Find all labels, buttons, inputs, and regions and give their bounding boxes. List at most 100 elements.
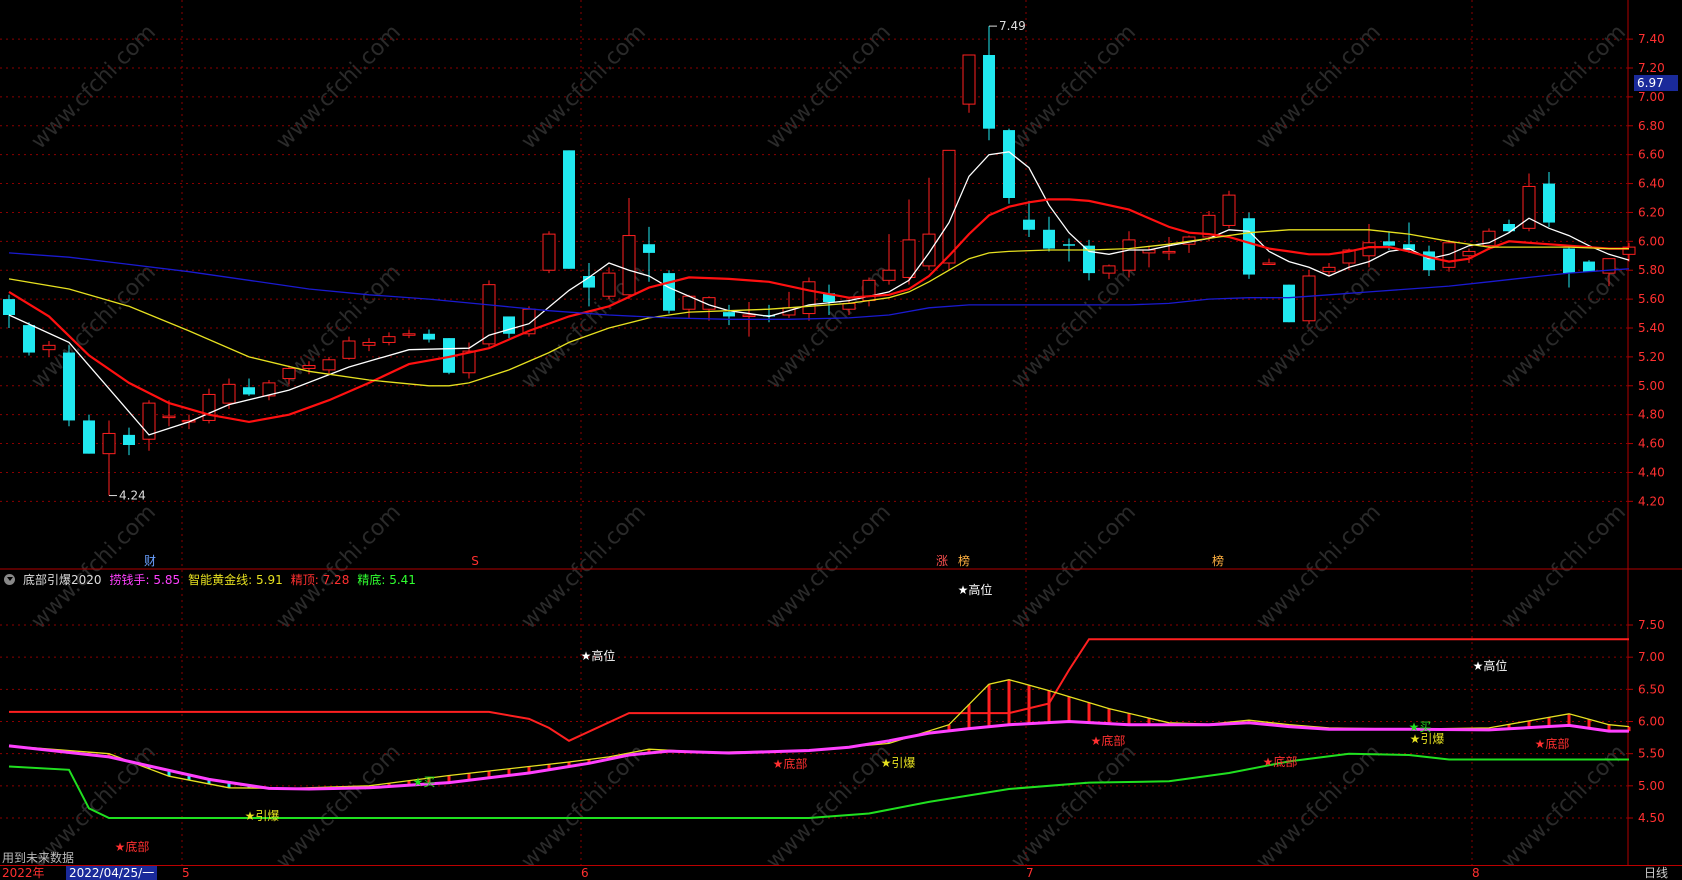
signal-annotation: ★底部	[1091, 733, 1126, 748]
candle-body	[1262, 262, 1276, 265]
y-tick-label: 6.00	[1638, 234, 1665, 248]
watermark-text: www.cfchi.com	[1007, 20, 1141, 154]
last-price-tag: 6.97	[1634, 75, 1678, 91]
candle-body	[1522, 185, 1536, 229]
watermark-text: www.cfchi.com	[762, 20, 896, 154]
candle-body	[1322, 266, 1336, 273]
y-tick-label: 5.60	[1638, 292, 1665, 306]
top-line	[9, 638, 1629, 742]
candle-body	[1383, 241, 1395, 246]
candle-body	[602, 272, 616, 297]
signal-annotation: ★底部	[115, 839, 150, 854]
signal-annotation: ★底部	[773, 756, 808, 771]
candle-body	[362, 341, 376, 346]
period-label[interactable]: 日线	[1644, 866, 1668, 880]
y-tick-label: 5.40	[1638, 321, 1665, 335]
y-tick-label: 7.40	[1638, 32, 1665, 46]
watermark-text: www.cfchi.com	[1252, 260, 1386, 394]
candle-body	[1023, 219, 1035, 230]
watermark-text: www.cfchi.com	[517, 500, 651, 634]
candle-body	[622, 235, 636, 296]
y-tick-label: 5.50	[1638, 747, 1665, 761]
candle-body	[1122, 239, 1136, 271]
cursor-date: 2022/04/25/一	[66, 866, 158, 880]
future-data-note: 用到未来数据	[2, 851, 75, 865]
signal-annotation: ★底部	[1535, 736, 1570, 751]
candle-body	[1583, 261, 1595, 272]
candle-body	[723, 312, 735, 317]
candle-body	[1063, 244, 1075, 246]
event-marker: 榜	[1212, 553, 1224, 568]
candle-body	[542, 233, 556, 271]
stock-chart[interactable]: www.cfchi.com www.cfchi.com www.cfchi.com w…	[0, 0, 1682, 879]
legend-bottom: 精底: 5.41	[357, 572, 416, 587]
candle-body	[322, 359, 336, 371]
candle-body	[1102, 265, 1116, 274]
candle-body	[1162, 250, 1176, 254]
candle-body	[402, 333, 416, 336]
indicator-title: 底部引爆2020	[23, 572, 102, 587]
y-tick-label: 7.00	[1638, 650, 1665, 664]
month-label: 7	[1026, 866, 1034, 880]
y-tick-label: 6.00	[1638, 715, 1665, 729]
candle-body	[563, 150, 575, 269]
watermark-text: www.cfchi.com	[517, 20, 651, 154]
legend-gold-line: 智能黄金线: 5.91	[188, 572, 283, 587]
event-marker: 财	[144, 554, 156, 568]
candle-body	[643, 244, 655, 253]
candle-body	[243, 387, 255, 395]
legend-money-hand: 捞钱手: 5.85	[109, 572, 181, 587]
watermark-layer: www.cfchi.com www.cfchi.com www.cfchi.com w…	[27, 20, 1631, 874]
signal-annotation: ★引爆	[245, 809, 280, 823]
candle-body	[663, 273, 675, 311]
signal-annotation: ★买	[413, 775, 436, 789]
indicator-header: 底部引爆2020 捞钱手: 5.85 智能黄金线: 5.91 精顶: 7.28 …	[0, 569, 416, 589]
collapse-arrow-icon[interactable]	[4, 573, 15, 585]
event-marker: 榜	[958, 553, 970, 568]
month-label: 5	[182, 866, 190, 880]
y-tick-label: 4.80	[1638, 408, 1665, 422]
signal-annotation: ★高位	[958, 582, 993, 597]
high-price-label: 7.49	[999, 19, 1026, 33]
candle-body	[1302, 275, 1316, 322]
candle-body	[222, 383, 236, 404]
y-tick-label: 6.50	[1638, 682, 1665, 696]
signal-annotation: ★高位	[581, 648, 616, 663]
watermark-text: www.cfchi.com	[1497, 500, 1631, 634]
candle-body	[1043, 229, 1055, 249]
candle-body	[282, 367, 296, 380]
y-tick-label: 4.60	[1638, 437, 1665, 451]
watermark-text: www.cfchi.com	[27, 500, 161, 634]
candle-body	[882, 269, 896, 281]
time-axis-bar[interactable]: 2022年 2022/04/25/一 5 6 7 8 日线	[0, 865, 1682, 880]
candle-body	[742, 314, 756, 317]
candle-body	[302, 365, 316, 369]
candle-body	[1222, 194, 1236, 226]
watermark-text: www.cfchi.com	[272, 20, 406, 154]
signal-annotation: ★引爆	[1410, 732, 1445, 746]
watermark-text: www.cfchi.com	[27, 260, 161, 394]
candle-body	[123, 434, 135, 445]
event-marker: 涨	[936, 553, 948, 568]
candle-body	[3, 299, 15, 315]
watermark-text: www.cfchi.com	[762, 500, 896, 634]
candle-body	[63, 352, 75, 421]
candle-body	[102, 432, 116, 455]
candle-body	[342, 340, 356, 359]
candle-body	[1423, 251, 1435, 271]
y-tick-label: 6.60	[1638, 148, 1665, 162]
candle-body	[962, 54, 976, 105]
y-tick-label: 6.20	[1638, 205, 1665, 219]
watermark-text: www.cfchi.com	[1007, 500, 1141, 634]
event-marker: S	[471, 554, 479, 568]
y-tick-label: 7.00	[1638, 90, 1665, 104]
y-tick-label: 6.80	[1638, 119, 1665, 133]
watermark-text: www.cfchi.com	[27, 20, 161, 154]
y-tick-label: 4.40	[1638, 465, 1665, 479]
candle-body	[1283, 284, 1295, 323]
candle-body	[983, 55, 995, 129]
candle-body	[802, 281, 816, 315]
signal-annotation: ★高位	[1473, 658, 1508, 673]
year-label: 2022年	[2, 866, 45, 880]
candle-body	[902, 239, 916, 278]
